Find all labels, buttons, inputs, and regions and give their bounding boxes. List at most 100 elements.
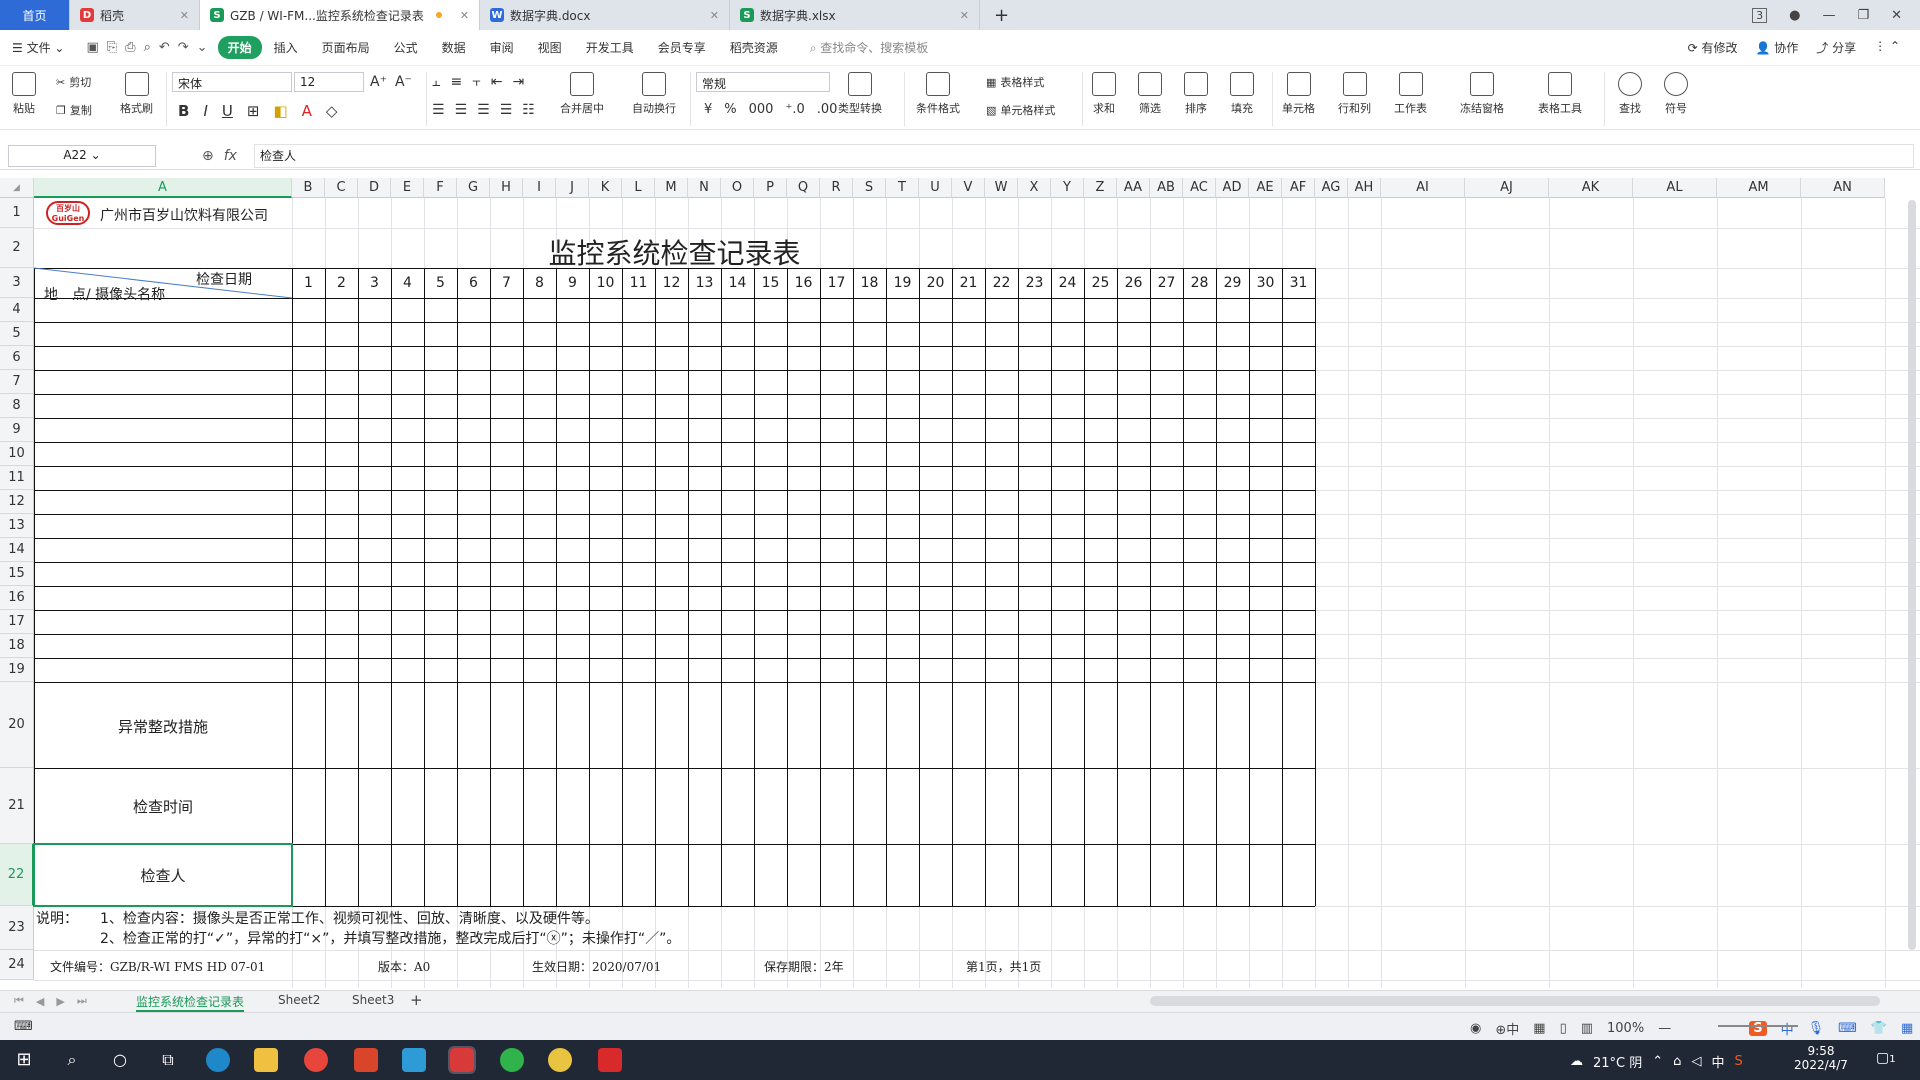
wechat-icon[interactable] [500,1048,524,1072]
page-layout-icon[interactable]: ▯ [1560,1021,1567,1036]
normal-view-icon[interactable]: ▦ [1533,1021,1545,1036]
table-tools-button[interactable]: 表格工具 [1538,72,1582,116]
increase-font-icon[interactable]: A⁺ [370,74,387,90]
zoom-formula-icon[interactable]: ⊕ [202,148,214,164]
zoom-out-icon[interactable]: — [1658,1021,1671,1036]
eye-protection-icon[interactable]: ◉ [1470,1021,1481,1036]
tab-3[interactable]: W 数据字典.docx ✕ [480,0,730,30]
menu-tab-8[interactable]: 会员专享 [646,39,718,56]
preview-icon[interactable]: ⌕ [144,40,151,55]
command-search[interactable]: ⌕ 查找命令、搜索模板 [810,39,929,56]
row-header[interactable]: 12 [0,490,34,514]
tab-1[interactable]: D 稻壳 ✕ [70,0,200,30]
windows-start-icon[interactable]: ⊞ [12,1048,36,1072]
bold-icon[interactable]: B [178,102,189,120]
restore-icon[interactable]: ❐ [1857,8,1869,23]
column-header[interactable]: M [655,178,688,198]
prev-sheet-icon[interactable]: ◀ [36,995,44,1008]
percent-icon[interactable]: % [724,102,736,117]
distribute-icon[interactable]: ☷ [522,102,535,118]
fill-color-icon[interactable]: ◧ [273,102,287,120]
align-top-icon[interactable]: ⫠ [432,74,440,90]
select-all-corner[interactable]: ◢ [0,178,34,198]
column-header[interactable]: AH [1348,178,1381,198]
indent-icon[interactable]: ⇤ [491,74,503,90]
add-sheet-button[interactable]: + [410,991,423,1009]
more-options-icon[interactable]: ⋮ ⌃ [1874,39,1900,56]
undo-icon[interactable]: ↶ [159,40,170,55]
close-window-icon[interactable]: ✕ [1891,8,1902,23]
horizontal-scrollbar[interactable] [1150,996,1880,1006]
row-header[interactable]: 18 [0,634,34,658]
table-style-button[interactable]: ▦ 表格样式 [986,74,1044,90]
column-header[interactable]: AG [1315,178,1348,198]
align-right-icon[interactable]: ☰ [477,102,490,118]
wps-icon[interactable] [448,1046,476,1074]
weather-text[interactable]: 21°C 阴 [1593,1052,1642,1071]
font-color-icon[interactable]: A [302,102,312,120]
column-header[interactable]: A [34,178,292,198]
column-header[interactable]: U [919,178,952,198]
column-header[interactable]: AF [1282,178,1315,198]
tray-expand-icon[interactable]: ⌃ [1652,1054,1663,1069]
clear-icon[interactable]: ◇ [326,102,338,120]
column-header[interactable]: AL [1633,178,1717,198]
menu-tab-5[interactable]: 审阅 [478,39,526,56]
symbol-button[interactable]: 符号 [1664,72,1688,116]
increase-decimal-icon[interactable]: ⁺.0 [785,102,804,117]
zoom-level[interactable]: 100% [1607,1021,1644,1036]
column-header[interactable]: AJ [1465,178,1549,198]
column-header[interactable]: E [391,178,424,198]
column-header[interactable]: AN [1801,178,1885,198]
collaborate-button[interactable]: 👤 协作 [1755,39,1798,56]
save-icon[interactable]: ▣ [86,40,98,55]
user-avatar[interactable]: ● [1789,8,1800,23]
column-header[interactable]: S [853,178,886,198]
menu-tab-9[interactable]: 稻壳资源 [718,39,790,56]
menu-tab-1[interactable]: 插入 [262,39,310,56]
column-header[interactable]: P [754,178,787,198]
align-bottom-icon[interactable]: ⫟ [472,74,480,90]
column-header[interactable]: B [292,178,325,198]
row-header[interactable]: 1 [0,198,34,228]
row-header[interactable]: 4 [0,298,34,322]
formula-input[interactable]: 检查人 [254,144,1914,168]
sogou-tray-icon[interactable]: S [1734,1054,1742,1069]
ime-status[interactable]: ⊕中 [1495,1019,1519,1038]
row-col-button[interactable]: 行和列 [1338,72,1371,116]
row-header[interactable]: 20 [0,682,34,768]
row-header[interactable]: 14 [0,538,34,562]
filter-button[interactable]: 筛选 [1138,72,1162,116]
border-icon[interactable]: ⊞ [247,102,260,120]
volume-icon[interactable]: ◁ [1691,1054,1701,1069]
column-header[interactable]: AA [1117,178,1150,198]
close-tab-icon[interactable]: ✕ [710,9,719,22]
task-view-icon[interactable]: ⧉ [156,1048,180,1072]
row-header[interactable]: 9 [0,418,34,442]
column-header[interactable]: V [952,178,985,198]
menu-tab-4[interactable]: 数据 [430,39,478,56]
row-header[interactable]: 17 [0,610,34,634]
decrease-decimal-icon[interactable]: .00 [817,102,838,117]
search-icon[interactable]: ⌕ [60,1048,84,1072]
share-button[interactable]: ⤴ 分享 [1816,39,1856,56]
name-box[interactable]: A22 ⌄ [8,145,156,167]
row-header[interactable]: 19 [0,658,34,682]
tray-ime[interactable]: 中 [1711,1052,1724,1071]
keyboard-icon[interactable]: ⌨ [1838,1021,1857,1036]
menu-tab-6[interactable]: 视图 [526,39,574,56]
menu-tab-0[interactable]: 开始 [217,36,262,59]
align-middle-icon[interactable]: ≡ [450,74,462,90]
column-header[interactable]: T [886,178,919,198]
number-format-select[interactable]: 常规 [696,72,830,92]
minimize-icon[interactable]: — [1822,8,1835,23]
worksheet-button[interactable]: 工作表 [1394,72,1427,116]
row-header[interactable]: 21 [0,768,34,844]
column-header[interactable]: N [688,178,721,198]
macro-icon[interactable]: ⌨ [14,1019,33,1034]
app-yellow-icon[interactable] [548,1048,572,1072]
row-header[interactable]: 13 [0,514,34,538]
column-header[interactable]: Q [787,178,820,198]
cut-button[interactable]: ✂ 剪切 [56,74,91,90]
ime-indicator[interactable]: 中 [1781,1019,1794,1038]
